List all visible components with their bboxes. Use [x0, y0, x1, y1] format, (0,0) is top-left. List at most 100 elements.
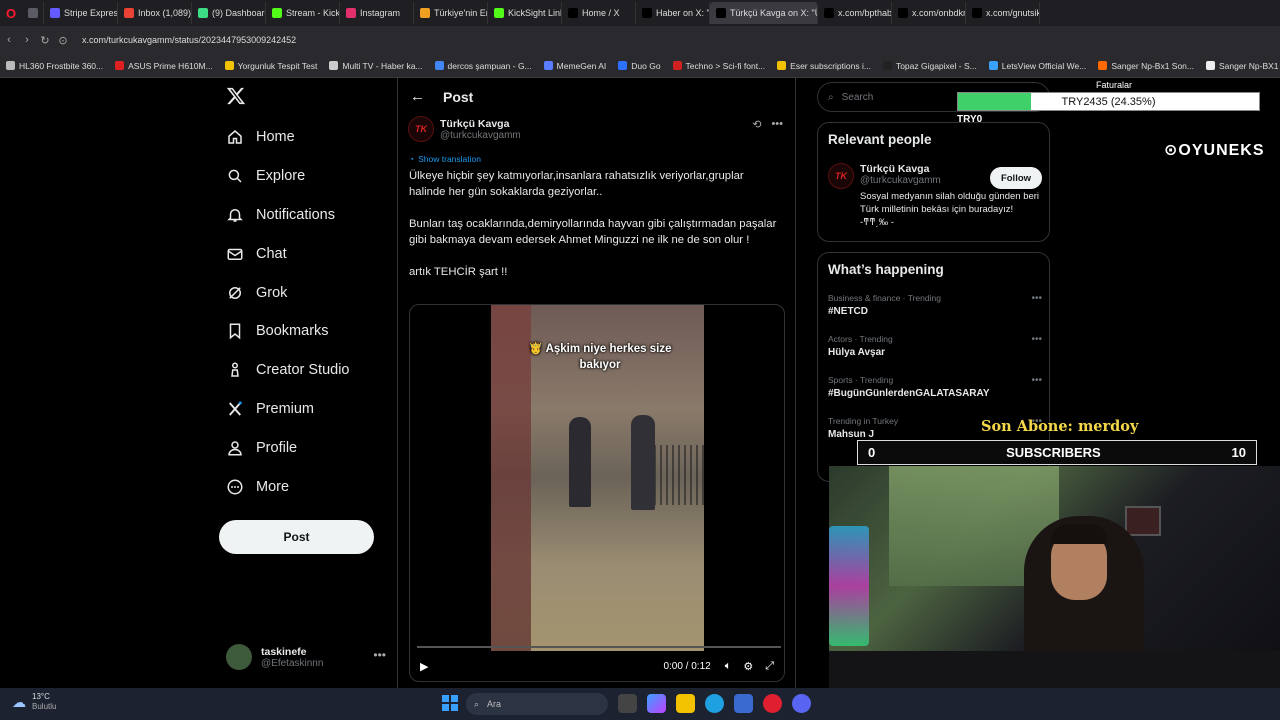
bookmark-item[interactable]: Yorgunluk Tespit Test: [219, 61, 324, 71]
browser-tab[interactable]: Türkçü Kavga on X: "Ülke: [710, 2, 818, 24]
tab-label: Instagram: [360, 8, 401, 18]
author-handle[interactable]: @turkcukavgamm: [440, 130, 521, 141]
bookmark-favicon-icon: [777, 61, 787, 70]
browser-tab[interactable]: (9) Dashboard: [192, 2, 266, 24]
tab-label: Haber on X: "A: [656, 8, 710, 18]
browser-tab[interactable]: x.com/gnutsik: [966, 2, 1040, 24]
show-translation-label: Show translation: [418, 154, 481, 164]
volume-icon[interactable]: 🔈︎: [725, 660, 732, 673]
taskbar-search[interactable]: ⌕ Ara: [466, 693, 608, 715]
video-frame[interactable]: 🤴 Aşkim niye herkes size bakıyor: [491, 305, 704, 651]
bookmark-item[interactable]: Topaz Gigapixel - S...: [877, 61, 983, 71]
more-dots-icon[interactable]: •••: [1031, 334, 1042, 345]
more-dots-icon[interactable]: •••: [1031, 293, 1042, 304]
windows-start-icon[interactable]: [442, 695, 458, 711]
tab-favicon-icon: [898, 8, 908, 18]
tweet-author[interactable]: TK Türkçü Kavga @turkcukavgamm: [408, 116, 521, 142]
browser-tab[interactable]: x.com/bpthabe: [818, 2, 892, 24]
bookmark-item[interactable]: Duo Go: [612, 61, 666, 71]
nav-item-grok[interactable]: Grok: [222, 273, 350, 312]
browser-tab[interactable]: Instagram: [340, 2, 414, 24]
video-progress-bar[interactable]: [417, 646, 781, 648]
bookmark-label: Multi TV - Haber ka...: [342, 60, 423, 71]
avatar: [226, 644, 252, 670]
browser-tab[interactable]: Stripe Express: [44, 2, 118, 24]
fullscreen-icon[interactable]: ⤢: [765, 660, 774, 673]
bookmark-item[interactable]: Sanger Np-Bx1 Son...: [1092, 61, 1200, 71]
bookmark-item[interactable]: Eser subscriptions i...: [771, 61, 877, 71]
follow-button[interactable]: Follow: [990, 167, 1042, 189]
nav-item-profile[interactable]: Profile: [222, 428, 350, 467]
nav-item-chat[interactable]: Chat: [222, 234, 350, 273]
task-view-icon[interactable]: [618, 694, 637, 713]
settings-icon[interactable]: ⚙: [743, 660, 753, 673]
tab-favicon-icon: [272, 8, 282, 18]
store-icon[interactable]: [734, 694, 753, 713]
site-info-icon[interactable]: ⊙: [54, 34, 72, 47]
bookmark-item[interactable]: Sanger Np-BX1 Son...: [1200, 61, 1280, 71]
more-dots-icon[interactable]: •••: [771, 118, 783, 131]
more-dots-icon[interactable]: •••: [373, 648, 386, 662]
browser-tab[interactable]: Haber on X: "A: [636, 2, 710, 24]
back-icon[interactable]: ‹: [0, 34, 18, 46]
browser-tab[interactable]: Home / X: [562, 2, 636, 24]
grok-icon: [229, 286, 241, 299]
nav-item-bookmarks[interactable]: Bookmarks: [222, 312, 350, 351]
trend-meta: Sports · Trending: [828, 375, 894, 385]
bookmark-item[interactable]: Techno > Sci-fi font...: [667, 61, 772, 71]
discord-icon[interactable]: [792, 694, 811, 713]
browser-tab[interactable]: Inbox (1,089): [118, 2, 192, 24]
weather-widget[interactable]: ☁ 13°C Bulutlu: [12, 692, 56, 712]
browser-tab[interactable]: [22, 2, 44, 24]
author-avatar[interactable]: TK: [408, 116, 434, 142]
nav-item-premium[interactable]: Premium: [222, 390, 350, 429]
play-icon[interactable]: ▶: [420, 660, 428, 673]
bookmark-item[interactable]: ASUS Prime H610M...: [109, 61, 219, 71]
url-field[interactable]: x.com/turkcukavgamm/status/2023447953009…: [82, 35, 296, 45]
nav-item-home[interactable]: Home: [222, 118, 350, 157]
brand-logo: ⊙OYUNEKS: [1164, 142, 1265, 159]
trend-item[interactable]: Actors · Trending Hülya Avşar •••: [828, 334, 1042, 358]
copilot-icon[interactable]: [647, 694, 666, 713]
bookmark-item[interactable]: dercos şampuan - G...: [429, 61, 538, 71]
browser-tab[interactable]: Türkiye'nin En: [414, 2, 488, 24]
bookmark-item[interactable]: HL360 Frostbite 360...: [0, 61, 109, 71]
main-column: ← Post TK Türkçü Kavga @turkcukavgamm ⟲ …: [397, 78, 796, 688]
nav-item-notifications[interactable]: Notifications: [222, 196, 350, 235]
trend-item[interactable]: Business & finance · Trending #NETCD •••: [828, 293, 1042, 317]
trend-topic: #BugünGünlerdenGALATASARAY: [828, 388, 990, 399]
primary-nav: Home Explore Notifications Chat Grok Bookmark…: [222, 118, 350, 506]
bookmark-favicon-icon: [6, 61, 15, 70]
browser-tab[interactable]: x.com/onbdkr: [892, 2, 966, 24]
person-avatar[interactable]: TK: [828, 163, 854, 189]
bookmark-item[interactable]: LetsView Official We...: [983, 61, 1093, 71]
video-caption: 🤴 Aşkim niye herkes size bakıyor: [528, 343, 672, 371]
browser-tab[interactable]: Stream - Kick D: [266, 2, 340, 24]
reload-icon[interactable]: ↻: [36, 34, 54, 47]
more-dots-icon[interactable]: •••: [1031, 375, 1042, 386]
forward-icon[interactable]: ›: [18, 34, 36, 46]
post-button[interactable]: Post: [219, 520, 374, 554]
bookmark-favicon-icon: [882, 61, 892, 70]
nav-item-more[interactable]: More: [222, 467, 350, 506]
tab-label: Türkiye'nin En: [434, 8, 488, 18]
bookmark-favicon-icon: [1206, 61, 1215, 70]
back-arrow-icon[interactable]: ←: [410, 88, 425, 105]
opera-menu-icon[interactable]: O: [0, 0, 22, 26]
bookmark-item[interactable]: MemeGen AI: [538, 61, 613, 71]
trend-item[interactable]: Sports · Trending #BugünGünlerdenGALATASA…: [828, 375, 1042, 399]
opera-icon[interactable]: [763, 694, 782, 713]
show-translation-link[interactable]: ◔ Show translation: [409, 154, 481, 164]
x-logo-icon[interactable]: [226, 86, 246, 106]
edge-icon[interactable]: [705, 694, 724, 713]
file-explorer-icon[interactable]: [676, 694, 695, 713]
goal-title: Faturalar: [1096, 80, 1133, 90]
browser-tab[interactable]: KickSight Link: [488, 2, 562, 24]
video-player[interactable]: 🤴 Aşkim niye herkes size bakıyor ▶ 0:00 …: [409, 304, 785, 682]
author-name[interactable]: Türkçü Kavga: [440, 118, 521, 130]
nav-item-creator-studio[interactable]: Creator Studio: [222, 351, 350, 390]
account-switcher[interactable]: taskinefe @Efetaskinnn •••: [226, 642, 386, 672]
grok-icon[interactable]: ⟲: [752, 118, 761, 131]
bookmark-item[interactable]: Multi TV - Haber ka...: [323, 61, 428, 71]
nav-item-explore[interactable]: Explore: [222, 157, 350, 196]
